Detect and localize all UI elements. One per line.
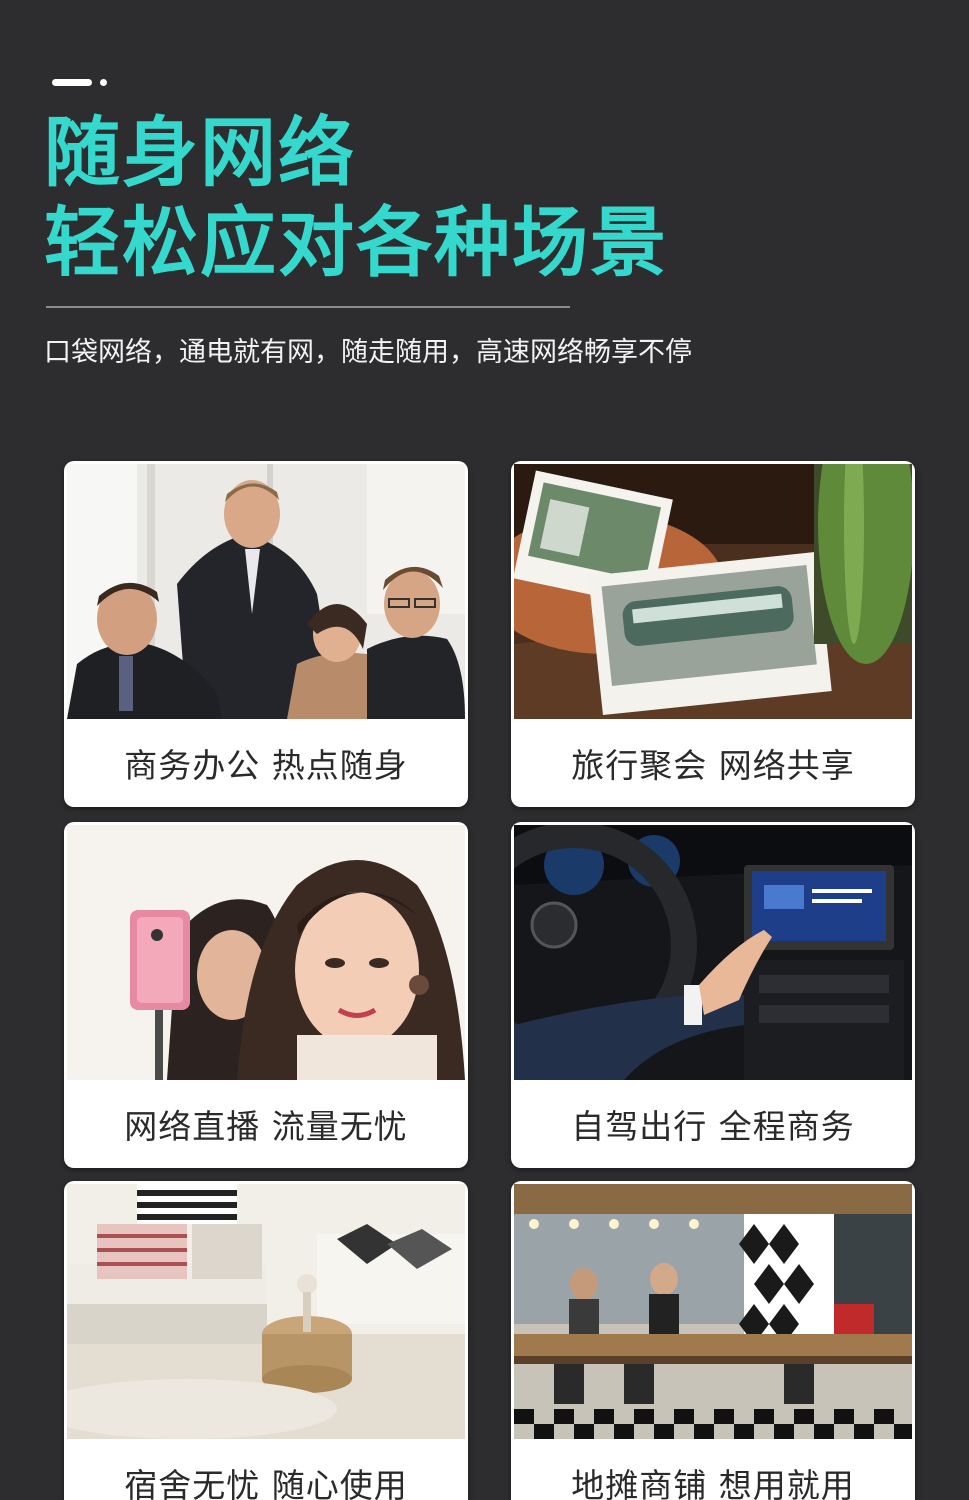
scene-caption-shop: 地摊商铺 想用就用 xyxy=(571,1466,855,1500)
livestream-photo xyxy=(67,825,465,1080)
scene-card-shop: 地摊商铺 想用就用 xyxy=(511,1181,915,1500)
scene-caption-dorm: 宿舍无忧 随心使用 xyxy=(124,1466,408,1500)
scene-caption-driving: 自驾出行 全程商务 xyxy=(571,1107,855,1146)
business-meeting-photo xyxy=(67,464,465,719)
dorm-room-photo xyxy=(67,1184,465,1439)
scene-card-dorm: 宿舍无忧 随心使用 xyxy=(64,1181,468,1500)
scene-card-business: 商务办公 热点随身 xyxy=(64,461,468,807)
travel-photos-photo xyxy=(514,464,912,719)
scene-caption-business: 商务办公 热点随身 xyxy=(124,746,408,785)
header-dot-decoration xyxy=(100,79,107,86)
scene-caption-livestream: 网络直播 流量无忧 xyxy=(124,1107,408,1146)
scene-card-travel: 旅行聚会 网络共享 xyxy=(511,461,915,807)
title-divider xyxy=(46,306,570,308)
page-title-line2: 轻松应对各种场景 xyxy=(44,198,668,287)
header-dash-decoration xyxy=(52,79,92,86)
shop-cafe-photo xyxy=(514,1184,912,1439)
scene-card-livestream: 网络直播 流量无忧 xyxy=(64,822,468,1168)
page-subtitle: 口袋网络，通电就有网，随走随用，高速网络畅享不停 xyxy=(44,337,692,368)
scene-card-driving: 自驾出行 全程商务 xyxy=(511,822,915,1168)
page-title-line1: 随身网络 xyxy=(44,108,356,197)
car-dashboard-photo xyxy=(514,825,912,1080)
scene-caption-travel: 旅行聚会 网络共享 xyxy=(571,746,855,785)
